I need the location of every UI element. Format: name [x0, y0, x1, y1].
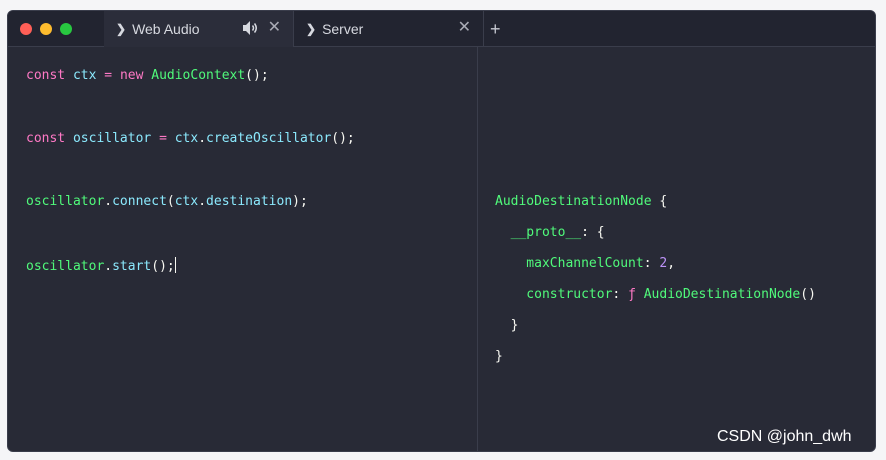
code-token: destination: [206, 194, 293, 209]
code-token: );: [292, 194, 308, 209]
code-line: constructor: ƒ AudioDestinationNode(): [495, 287, 816, 303]
code-line: AudioDestinationNode {: [495, 194, 667, 210]
code-line: const oscillator = ctx.createOscillator(…: [26, 131, 355, 147]
code-token: oscillator: [26, 259, 105, 274]
code-token: constructor: [495, 287, 613, 302]
code-token: start: [112, 259, 152, 274]
code-token: :: [612, 287, 629, 302]
code-token: maxChannelCount: [495, 256, 644, 271]
code-token: connect: [112, 194, 167, 209]
code-token: oscillator: [26, 194, 105, 209]
pane-divider[interactable]: [477, 47, 478, 451]
code-token: __proto__: [495, 225, 582, 240]
code-token: :: [643, 256, 660, 271]
code-token: : {: [581, 225, 605, 240]
code-token: ();: [245, 68, 269, 83]
code-token: ();: [151, 259, 175, 274]
code-token: ctx: [174, 131, 199, 146]
code-token: =: [151, 131, 175, 146]
code-token: .: [198, 194, 207, 209]
code-token: (): [800, 287, 816, 302]
app-window: ❯ Web Audio ✕ ❯ Server ✕ + const ctx = n…: [7, 10, 876, 452]
code-token: ,: [667, 256, 676, 271]
code-token: .: [198, 131, 207, 146]
tab-server[interactable]: ❯ Server ✕: [294, 11, 484, 47]
code-token: .: [104, 259, 113, 274]
code-token: ƒ: [628, 287, 644, 302]
code-line: const ctx = new AudioContext();: [26, 68, 269, 84]
code-line: }: [495, 349, 503, 365]
code-line: oscillator.connect(ctx.destination);: [26, 194, 308, 210]
code-line: __proto__: {: [495, 225, 605, 241]
code-token: }: [495, 349, 503, 364]
code-token: const: [26, 131, 73, 146]
tab-label: Server: [322, 21, 364, 37]
code-token: (: [166, 194, 175, 209]
titlebar: ❯ Web Audio ✕ ❯ Server ✕ +: [8, 11, 875, 47]
minimize-window-button[interactable]: [40, 23, 52, 35]
code-token: ();: [331, 131, 355, 146]
code-token: .: [104, 194, 113, 209]
code-token: AudioDestinationNode: [495, 194, 652, 209]
code-token: ctx: [174, 194, 199, 209]
close-icon[interactable]: ✕: [458, 20, 471, 36]
text-cursor: [174, 257, 176, 273]
code-token: const: [26, 68, 73, 83]
code-line: oscillator.start();: [26, 257, 176, 275]
tab-web-audio[interactable]: ❯ Web Audio ✕: [104, 11, 294, 47]
code-token: createOscillator: [206, 131, 332, 146]
chevron-right-icon: ❯: [306, 22, 317, 36]
code-token: oscillator: [72, 131, 152, 146]
code-token: new: [119, 68, 152, 83]
new-tab-button[interactable]: +: [490, 19, 501, 39]
code-token: AudioContext: [151, 68, 246, 83]
close-icon[interactable]: ✕: [268, 20, 281, 36]
code-token: {: [651, 194, 668, 209]
speaker-icon[interactable]: [241, 19, 259, 37]
code-token: =: [96, 68, 120, 83]
code-line: }: [495, 318, 519, 334]
code-line: maxChannelCount: 2,: [495, 256, 675, 272]
chevron-right-icon: ❯: [116, 22, 127, 36]
tab-label: Web Audio: [132, 21, 200, 37]
close-window-button[interactable]: [20, 23, 32, 35]
code-token: }: [495, 318, 519, 333]
watermark: CSDN @john_dwh: [717, 428, 852, 445]
code-token: AudioDestinationNode: [643, 287, 801, 302]
code-token: ctx: [72, 68, 97, 83]
maximize-window-button[interactable]: [60, 23, 72, 35]
